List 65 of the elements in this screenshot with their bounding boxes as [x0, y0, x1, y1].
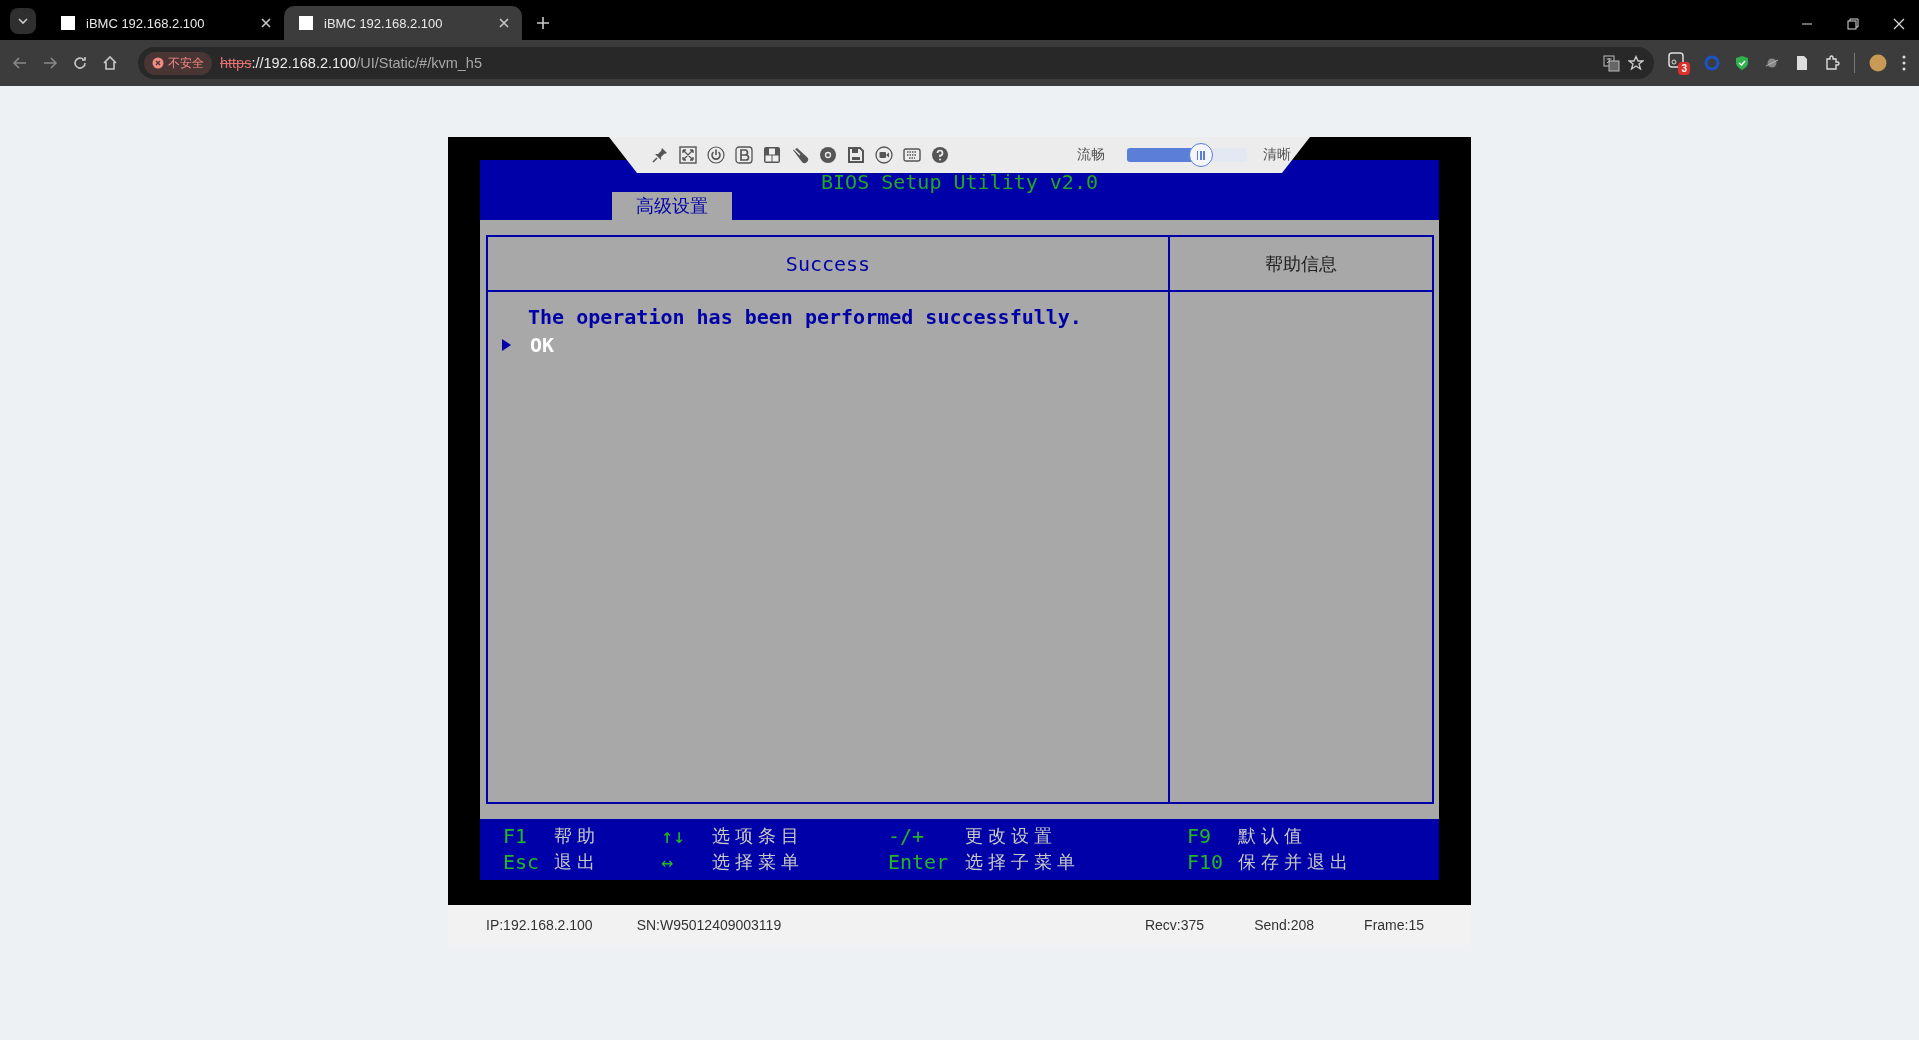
fullscreen-icon[interactable]	[679, 146, 697, 164]
key-action: 选项条目	[712, 824, 804, 848]
plus-icon[interactable]	[536, 16, 550, 30]
key-label: F1	[503, 824, 529, 848]
back-arrow-icon[interactable]	[12, 55, 28, 71]
help-icon[interactable]	[931, 146, 949, 164]
panel-title: Success	[785, 251, 871, 276]
key-label: Enter	[888, 850, 950, 874]
reload-icon[interactable]	[72, 55, 88, 71]
key-label: ↔	[661, 850, 675, 874]
bios-tab[interactable]: 高级设置	[612, 192, 732, 220]
keyboard-icon[interactable]	[903, 146, 921, 164]
sent-count-text: Send:208	[1254, 917, 1315, 933]
url-text[interactable]: https://192.168.2.100/UI/Static/#/kvm_h5	[220, 55, 482, 71]
page-icon	[60, 15, 76, 31]
help-title: 帮助信息	[1265, 251, 1337, 276]
key-action: 选择菜单	[712, 850, 804, 874]
document-icon[interactable]	[1794, 55, 1810, 71]
key-label: Esc	[503, 850, 541, 874]
browser-tab[interactable]: iBMC 192.168.2.100	[284, 6, 522, 40]
close-icon[interactable]	[1893, 18, 1905, 30]
close-icon[interactable]	[260, 17, 272, 29]
browser-tab[interactable]: iBMC 192.168.2.100	[46, 6, 284, 40]
pin-icon[interactable]	[651, 146, 669, 164]
home-icon[interactable]	[102, 55, 118, 71]
key-action: 帮助	[554, 824, 600, 848]
tab-list-button[interactable]	[10, 8, 36, 34]
page-icon	[298, 15, 314, 31]
extension-icon	[1668, 51, 1684, 68]
extension-button[interactable]: 3	[1668, 51, 1690, 75]
warning-icon	[152, 57, 164, 69]
smooth-label: 流畅	[1077, 146, 1105, 164]
clear-label: 清晰	[1263, 146, 1291, 164]
disc-icon[interactable]	[819, 146, 837, 164]
close-icon[interactable]	[498, 17, 510, 29]
forward-arrow-icon[interactable]	[42, 55, 58, 71]
key-label: F10	[1187, 850, 1225, 874]
bios-title: BIOS Setup Utility v2.0	[821, 172, 1098, 192]
kvm-screen[interactable]: BIOS Setup Utility v2.0 高级设置 Success 帮助信息 The operation has been performed successfully. OK F1 帮助 ↑↓ 选项条目 -/+ 更改设置 F9 默认值 Esc 退出 ↔ 选择菜单 Enter 选择子菜单 F10 保存并退出 流畅 清晰	[448, 137, 1471, 905]
key-action: 选择子菜单	[965, 850, 1080, 874]
restore-icon[interactable]	[1847, 18, 1859, 30]
key-label: F9	[1187, 824, 1213, 848]
key-action: 保存并退出	[1238, 850, 1353, 874]
key-label: ↑↓	[661, 824, 687, 848]
key-label: -/+	[888, 824, 926, 848]
chevron-down-icon	[17, 15, 29, 27]
power-icon[interactable]	[707, 146, 725, 164]
more-menu-icon[interactable]	[1901, 55, 1907, 71]
translate-icon[interactable]	[1603, 54, 1620, 72]
key-action: 更改设置	[965, 824, 1057, 848]
avatar-icon[interactable]	[1869, 54, 1887, 72]
puzzle-icon[interactable]	[1824, 55, 1840, 71]
key-action: 退出	[554, 850, 600, 874]
not-secure-chip[interactable]: 不安全	[144, 51, 212, 75]
video-camera-icon[interactable]	[875, 146, 893, 164]
key-combo-icon[interactable]	[763, 146, 781, 164]
shield-icon[interactable]	[1734, 55, 1750, 71]
received-count-text: Recv:375	[1144, 917, 1205, 933]
ip-address-text: IP:192.168.2.100	[486, 917, 593, 933]
star-icon[interactable]	[1628, 55, 1644, 71]
serial-number-text: SN:W95012409003119	[636, 917, 782, 933]
key-action: 默认值	[1238, 824, 1307, 848]
message-text: The operation has been performed successfully.	[527, 304, 1083, 331]
boot-b-icon[interactable]	[735, 146, 753, 164]
frame-count-text: Frame:15	[1364, 917, 1424, 933]
